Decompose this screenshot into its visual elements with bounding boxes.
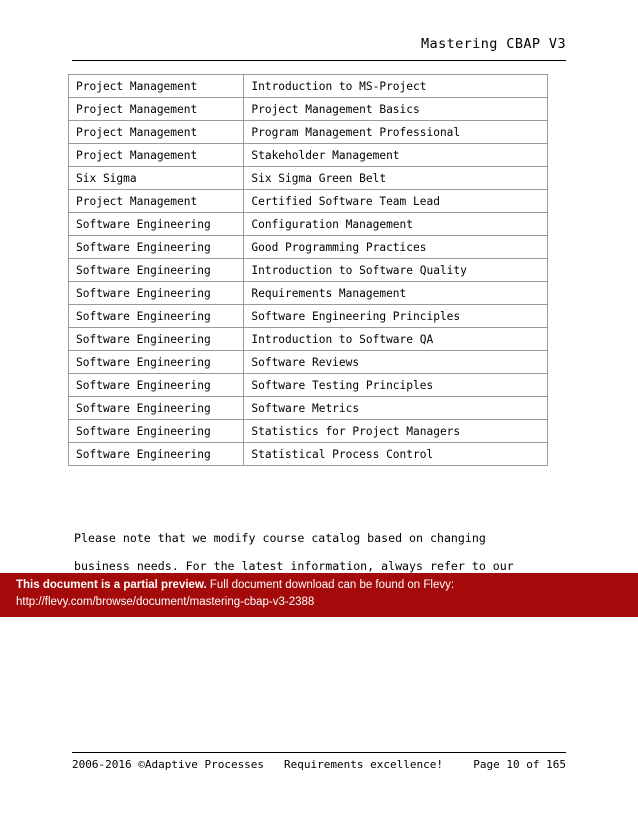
cell-course: Project Management Basics bbox=[243, 97, 548, 121]
footer-tagline: Requirements excellence! bbox=[284, 758, 443, 771]
table-row: Software Engineering Statistical Process… bbox=[67, 442, 548, 466]
preview-banner-rest: Full document download can be found on F… bbox=[209, 579, 455, 591]
cell-course: Program Management Professional bbox=[243, 120, 548, 144]
partial-preview-banner: This document is a partial preview. Full… bbox=[0, 573, 638, 617]
cell-category: Software Engineering bbox=[67, 258, 245, 282]
cell-course: Software Testing Principles bbox=[243, 373, 548, 397]
footer-page-number: Page 10 of 165 bbox=[473, 758, 566, 771]
table-row: Project Management Stakeholder Managemen… bbox=[67, 143, 548, 167]
cell-course: Software Engineering Principles bbox=[243, 304, 548, 328]
cell-course: Software Reviews bbox=[243, 350, 548, 374]
catalog-note-paragraph: Please note that we modify course catalo… bbox=[74, 524, 544, 580]
cell-course: Requirements Management bbox=[243, 281, 548, 305]
page-header-title: Mastering CBAP V3 bbox=[421, 36, 566, 52]
cell-category: Project Management bbox=[67, 74, 245, 98]
cell-category: Software Engineering bbox=[67, 327, 245, 351]
table-row: Software Engineering Introduction to Sof… bbox=[67, 258, 548, 282]
cell-category: Six Sigma bbox=[67, 166, 245, 190]
table-row: Six Sigma Six Sigma Green Belt bbox=[67, 166, 548, 190]
preview-banner-bold: This document is a partial preview. bbox=[16, 579, 207, 591]
course-catalog-table: Project Management Introduction to MS-Pr… bbox=[67, 74, 548, 466]
header-divider bbox=[72, 60, 566, 61]
course-catalog-body: Project Management Introduction to MS-Pr… bbox=[67, 74, 548, 466]
cell-category: Software Engineering bbox=[67, 304, 245, 328]
cell-course: Introduction to MS-Project bbox=[243, 74, 548, 98]
cell-category: Software Engineering bbox=[67, 212, 245, 236]
table-row: Software Engineering Requirements Manage… bbox=[67, 281, 548, 305]
cell-category: Software Engineering bbox=[67, 442, 245, 466]
cell-category: Software Engineering bbox=[67, 373, 245, 397]
table-row: Project Management Introduction to MS-Pr… bbox=[67, 74, 548, 98]
cell-category: Project Management bbox=[67, 97, 245, 121]
table-row: Project Management Project Management Ba… bbox=[67, 97, 548, 121]
table-row: Software Engineering Statistics for Proj… bbox=[67, 419, 548, 443]
table-row: Software Engineering Software Engineerin… bbox=[67, 304, 548, 328]
cell-course: Six Sigma Green Belt bbox=[243, 166, 548, 190]
table-row: Software Engineering Configuration Manag… bbox=[67, 212, 548, 236]
cell-course: Introduction to Software Quality bbox=[243, 258, 548, 282]
cell-course: Configuration Management bbox=[243, 212, 548, 236]
document-page: Mastering CBAP V3 Project Management Int… bbox=[0, 0, 638, 826]
catalog-note-line-1: Please note that we modify course catalo… bbox=[74, 531, 486, 545]
cell-course: Certified Software Team Lead bbox=[243, 189, 548, 213]
footer-divider bbox=[72, 752, 566, 753]
table-row: Project Management Certified Software Te… bbox=[67, 189, 548, 213]
table-row: Software Engineering Software Reviews bbox=[67, 350, 548, 374]
table-row: Project Management Program Management Pr… bbox=[67, 120, 548, 144]
cell-category: Project Management bbox=[67, 120, 245, 144]
table-row: Software Engineering Software Metrics bbox=[67, 396, 548, 420]
cell-course: Good Programming Practices bbox=[243, 235, 548, 259]
cell-course: Statistics for Project Managers bbox=[243, 419, 548, 443]
table-row: Software Engineering Introduction to Sof… bbox=[67, 327, 548, 351]
cell-category: Software Engineering bbox=[67, 235, 245, 259]
cell-category: Software Engineering bbox=[67, 350, 245, 374]
table-row: Software Engineering Software Testing Pr… bbox=[67, 373, 548, 397]
footer-copyright: 2006-2016 ©Adaptive Processes bbox=[72, 758, 265, 771]
cell-category: Software Engineering bbox=[67, 281, 245, 305]
cell-category: Software Engineering bbox=[67, 396, 245, 420]
preview-banner-url[interactable]: http://flevy.com/browse/document/masteri… bbox=[16, 596, 314, 608]
cell-course: Software Metrics bbox=[243, 396, 548, 420]
cell-course: Stakeholder Management bbox=[243, 143, 548, 167]
table-row: Software Engineering Good Programming Pr… bbox=[67, 235, 548, 259]
preview-banner-text: This document is a partial preview. Full… bbox=[16, 579, 454, 591]
cell-course: Statistical Process Control bbox=[243, 442, 548, 466]
cell-category: Software Engineering bbox=[67, 419, 245, 443]
cell-course: Introduction to Software QA bbox=[243, 327, 548, 351]
cell-category: Project Management bbox=[67, 143, 245, 167]
cell-category: Project Management bbox=[67, 189, 245, 213]
